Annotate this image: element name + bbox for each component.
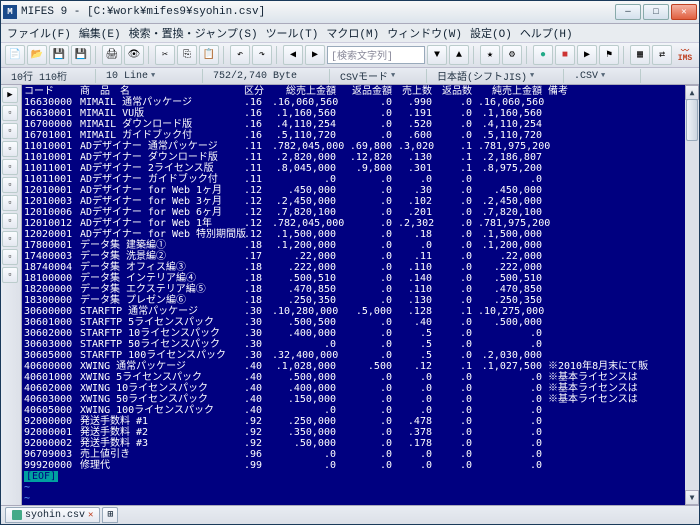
paste-button[interactable]: 📋 <box>199 45 219 65</box>
menu-settings[interactable]: 設定(O) <box>470 25 512 41</box>
vt-tile-icon[interactable]: ▫ <box>2 231 18 247</box>
macro-button[interactable]: ⚑ <box>599 45 619 65</box>
menu-help[interactable]: ヘルプ(H) <box>520 25 573 41</box>
vt-new-icon[interactable]: ▫ <box>2 105 18 121</box>
app-window: M MIFES 9 - [C:¥work¥mifes9¥syohin.csv] … <box>0 0 700 525</box>
vt-lock-icon[interactable]: ▫ <box>2 267 18 283</box>
app-icon: M <box>3 5 17 19</box>
scroll-thumb[interactable] <box>686 99 698 141</box>
vt-play-icon[interactable]: ▶ <box>2 87 18 103</box>
bookmark-button[interactable]: ★ <box>480 45 500 65</box>
vt-tree-icon[interactable]: ▫ <box>2 213 18 229</box>
tab-close-icon[interactable]: ✕ <box>88 510 93 520</box>
next-button[interactable]: ▶ <box>305 45 325 65</box>
menubar: ファイル(F) 編集(E) 検索・置換・ジャンプ(S) ツール(T) マクロ(M… <box>1 24 699 43</box>
vt-folder-icon[interactable]: ▫ <box>2 141 18 157</box>
redo-button[interactable]: ↷ <box>252 45 272 65</box>
file-tab[interactable]: syohin.csv ✕ <box>5 507 100 523</box>
saveall-button[interactable]: 💾 <box>71 45 91 65</box>
vt-open-icon[interactable]: ▫ <box>2 123 18 139</box>
play-button[interactable]: ▶ <box>577 45 597 65</box>
undo-button[interactable]: ↶ <box>230 45 250 65</box>
rec-button[interactable]: ● <box>533 45 553 65</box>
scroll-up-button[interactable]: ▲ <box>685 85 699 100</box>
file-tab-icon <box>12 510 22 520</box>
menu-file[interactable]: ファイル(F) <box>7 25 71 41</box>
menu-edit[interactable]: 編集(E) <box>79 25 121 41</box>
print-button[interactable]: 🖨 <box>102 45 122 65</box>
menu-search[interactable]: 検索・置換・ジャンプ(S) <box>129 25 258 41</box>
file-tab-label: syohin.csv <box>25 510 85 521</box>
open-button[interactable]: 📂 <box>27 45 47 65</box>
vt-page-icon[interactable]: ▫ <box>2 195 18 211</box>
save-button[interactable]: 💾 <box>49 45 69 65</box>
work-area: ▶ ▫ ▫ ▫ ▫ ▫ ▫ ▫ ▫ ▫ ▫ コード商 品 名区分総売上金額返品金… <box>1 85 699 505</box>
copy-button[interactable]: ⎘ <box>177 45 197 65</box>
split-button[interactable]: ▦ <box>630 45 650 65</box>
left-toolbar: ▶ ▫ ▫ ▫ ▫ ▫ ▫ ▫ ▫ ▫ ▫ <box>1 85 22 505</box>
menu-tools[interactable]: ツール(T) <box>266 25 319 41</box>
prev-button[interactable]: ◀ <box>283 45 303 65</box>
vertical-scrollbar[interactable]: ▲ ▼ <box>685 85 699 505</box>
search-up-button[interactable]: ▲ <box>449 45 469 65</box>
new-button[interactable]: 📄 <box>5 45 25 65</box>
titlebar: M MIFES 9 - [C:¥work¥mifes9¥syohin.csv] … <box>1 1 699 24</box>
toolbar: 📄 📂 💾 💾 🖨 👁 ✂ ⎘ 📋 ↶ ↷ ◀ ▶ [検索文字列] ▼ ▲ ★ … <box>1 43 699 68</box>
status-pos: 10行 110桁 <box>5 69 96 83</box>
vt-doc-icon[interactable]: ▫ <box>2 177 18 193</box>
window-title: MIFES 9 - [C:¥work¥mifes9¥syohin.csv] <box>21 6 615 18</box>
search-down-button[interactable]: ▼ <box>427 45 447 65</box>
editor-area[interactable]: コード商 品 名区分総売上金額返品金額売上数返品数純売上金額備考16630000… <box>22 85 699 505</box>
vt-disk-icon[interactable]: ▫ <box>2 159 18 175</box>
ims-button[interactable]: 〰IMS <box>675 46 695 64</box>
status-row: 10行 110桁 10 Line▼ 752/2,740 Byte CSVモード▼… <box>1 68 699 85</box>
stop-button[interactable]: ■ <box>555 45 575 65</box>
menu-macro[interactable]: マクロ(M) <box>326 25 379 41</box>
vt-tag-icon[interactable]: ▫ <box>2 249 18 265</box>
status-mode[interactable]: CSVモード▼ <box>334 69 427 83</box>
menu-window[interactable]: ウィンドウ(W) <box>387 25 462 41</box>
scroll-down-button[interactable]: ▼ <box>685 490 699 505</box>
minimize-button[interactable]: ─ <box>615 4 641 20</box>
status-ext[interactable]: .CSV▼ <box>568 69 641 83</box>
status-bytes: 752/2,740 Byte <box>207 69 330 83</box>
maximize-button[interactable]: □ <box>643 4 669 20</box>
tab-bar: syohin.csv ✕ ⊞ <box>1 505 699 524</box>
search-input[interactable]: [検索文字列] <box>327 46 425 64</box>
window-buttons: ─ □ ✕ <box>615 4 697 20</box>
status-line[interactable]: 10 Line▼ <box>100 69 203 83</box>
compare-button[interactable]: ⇄ <box>652 45 672 65</box>
grep-button[interactable]: ⚙ <box>502 45 522 65</box>
status-enc[interactable]: 日本語(シフトJIS)▼ <box>431 69 564 83</box>
close-button[interactable]: ✕ <box>671 4 697 20</box>
tab-list-button[interactable]: ⊞ <box>102 507 118 523</box>
cut-button[interactable]: ✂ <box>155 45 175 65</box>
preview-button[interactable]: 👁 <box>124 45 144 65</box>
